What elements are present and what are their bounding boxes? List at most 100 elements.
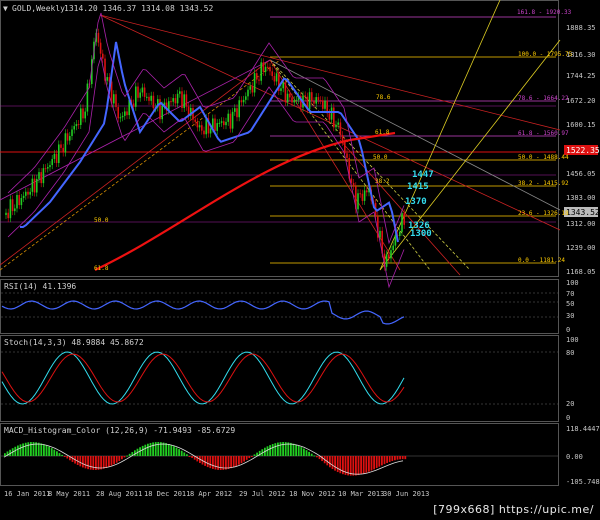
macd-bar [383,456,386,465]
candle-body [150,95,152,101]
candle-body [249,86,251,90]
candle-body [115,94,117,108]
candle-body [242,99,245,103]
fib-level-label: 0.0 - 1181.24 [518,257,565,264]
macd-bar [134,450,136,456]
candle-body [53,153,56,159]
candle-body [55,153,58,164]
price-target-label: 1300 [410,229,432,239]
macd-bar [17,445,19,456]
macd-title: MACD_Histogram_Color (12,26,9) -71.9493 … [4,426,235,435]
macd-level-zero: 0.00 [566,453,583,461]
candle-body [258,79,260,81]
macd-bar [266,446,269,456]
candle-body [280,88,282,91]
macd-bar [238,456,240,465]
ohlc-readout: 1314.20 1346.37 1314.08 1343.52 [64,4,213,13]
stoch-title: Stoch(14,3,3) 48.9884 45.8672 [4,338,144,347]
macd-bar [92,456,95,470]
candle-body [260,62,262,81]
macd-bar [399,456,401,460]
candle-body [84,111,86,119]
candle-body [357,193,359,210]
macd-bar [53,449,56,456]
time-axis-label: 30 Jun 2013 [383,490,429,498]
chart-drawings [0,0,561,289]
candle-body [77,124,80,126]
candle-body [36,178,38,193]
candle-body [11,199,14,212]
trendline [269,59,471,271]
candle-body [262,62,265,72]
macd-bar [240,456,243,464]
macd-bar [373,456,375,470]
candle-body [179,91,181,94]
rsi-line [1,300,405,325]
macd-bar [279,442,282,456]
macd-bar [4,453,6,456]
candle-body [40,172,42,184]
candle-body [139,92,141,98]
candle-body [403,213,405,225]
macd-level-max: 118.4447 [566,425,600,433]
candle-body [148,96,150,101]
macd-bar [183,452,186,456]
macd-bar [175,447,178,456]
candle-body [31,178,34,192]
candle-body [390,250,392,259]
macd-bar [217,456,219,470]
macd-bar [295,444,297,456]
time-axis-label: 18 Nov 2012 [289,490,335,498]
macd-bar [61,454,63,456]
macd-bar [381,456,383,466]
candle-body [194,119,196,122]
stoch-indicator [1,351,558,405]
macd-bar [89,456,92,470]
candle-body [44,168,47,170]
time-axis-label: 29 Jul 2012 [239,490,285,498]
candle-body [335,124,337,128]
price-scale-label: 1600.15 [566,121,596,129]
candle-body [185,94,188,107]
chart-annotation: 61.8 [94,265,109,272]
macd-bar [300,447,303,456]
candle-body [240,100,243,103]
macd-bar [232,456,235,468]
candle-body [388,254,390,259]
candle-body [42,168,45,184]
candle-body [319,100,322,102]
macd-bar [196,456,199,462]
macd-bar [352,456,355,476]
trading-chart[interactable]: ▼ GOLD,Weekly 1314.20 1346.37 1314.08 13… [0,0,600,520]
macd-bar [50,448,53,456]
macd-level-min: -105.7484 [566,478,600,486]
macd-bar [303,448,305,456]
candle-body [174,98,177,104]
time-axis-label: 10 Mar 2013 [338,490,384,498]
rsi-level-100: 100 [566,279,579,287]
candle-body [121,115,124,118]
macd-bar [84,456,87,469]
macd-bar [167,443,170,456]
candle-body [119,117,122,119]
macd-bar [386,456,388,464]
candle-body [86,83,89,112]
macd-bar [162,442,165,456]
macd-bar [357,456,360,476]
fib-level-label: 38.2 - 1415.92 [518,180,569,187]
price-scale-label: 1672.20 [566,97,596,105]
ma-slow-line [94,131,396,271]
candle-body [311,92,313,102]
macd-bar [186,454,188,456]
chart-menu-arrow-icon[interactable]: ▼ [3,4,8,13]
macd-bar [87,456,89,470]
macd-bar [108,456,110,467]
macd-bar [316,456,318,458]
price-scale-label: 1312.00 [566,220,596,228]
macd-bar [63,456,66,457]
candle-body [225,121,227,126]
candle-body [183,94,185,109]
candle-body [143,87,146,97]
macd-bar [206,456,209,468]
macd-bar [204,456,206,466]
